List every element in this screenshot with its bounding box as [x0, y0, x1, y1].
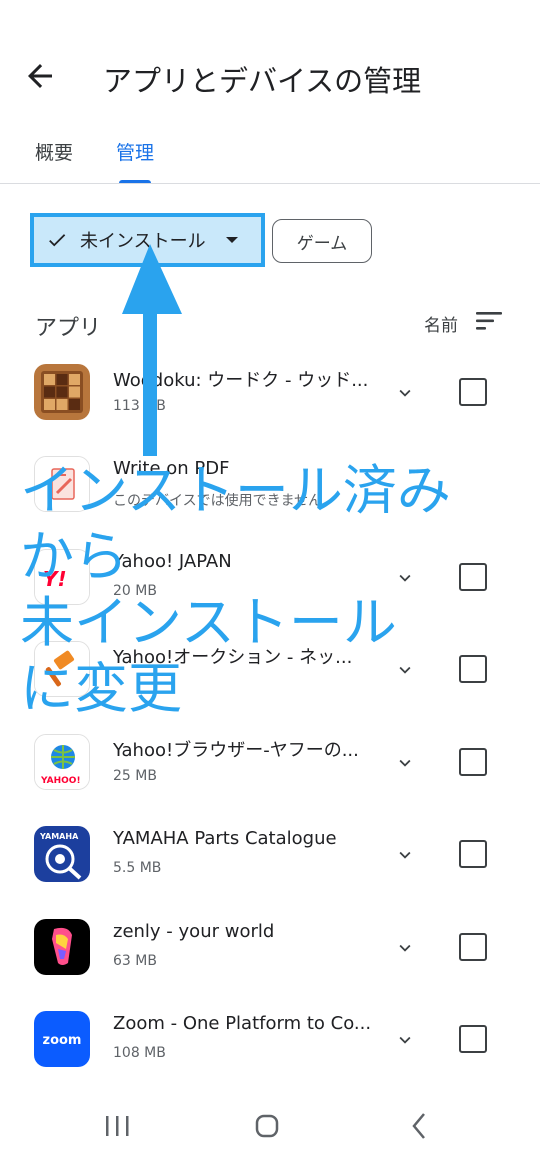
- select-checkbox[interactable]: [459, 378, 487, 406]
- app-name: Yahoo!ブラウザー-ヤフーの...: [113, 740, 359, 761]
- navigation-bar: [106, 1113, 425, 1139]
- chevron-down-icon[interactable]: [394, 382, 416, 404]
- chevron-down-icon[interactable]: [394, 844, 416, 866]
- zoom-icon: zoom: [34, 1011, 90, 1067]
- chevron-down-icon[interactable]: [394, 752, 416, 774]
- home-icon[interactable]: [255, 1114, 279, 1138]
- app-row[interactable]: Woodoku: ウードク - ウッド... 113 MB: [0, 364, 540, 456]
- yahoo-browser-icon: YAHOO!: [34, 734, 90, 790]
- annotation-line: から: [20, 525, 128, 588]
- annotation-line: インストール済み: [20, 459, 451, 522]
- section-title: アプリ: [35, 316, 102, 341]
- app-size: 25 MB: [113, 768, 157, 784]
- select-checkbox[interactable]: [459, 840, 487, 868]
- woodoku-icon: [34, 364, 90, 420]
- sort-icon[interactable]: [474, 309, 504, 333]
- page-title: アプリとデバイスの管理: [103, 64, 422, 98]
- app-row[interactable]: YAHOO! Yahoo!ブラウザー-ヤフーの... 25 MB: [0, 734, 540, 826]
- select-checkbox[interactable]: [459, 748, 487, 776]
- back-arrow-icon[interactable]: [22, 58, 58, 94]
- chevron-down-icon[interactable]: [394, 937, 416, 959]
- annotation-line: に変更: [20, 657, 182, 720]
- svg-text:YAMAHA: YAMAHA: [39, 832, 79, 841]
- recent-apps-icon[interactable]: [106, 1116, 129, 1136]
- check-icon: [49, 234, 66, 247]
- yamaha-icon: YAMAHA: [34, 826, 90, 882]
- chevron-down-icon[interactable]: [394, 1029, 416, 1051]
- select-checkbox[interactable]: [459, 933, 487, 961]
- app-name: zenly - your world: [113, 921, 275, 942]
- annotation-line: 未インストール: [20, 591, 397, 654]
- dropdown-arrow-icon: [225, 237, 238, 243]
- svg-text:YAHOO!: YAHOO!: [40, 776, 81, 786]
- select-checkbox[interactable]: [459, 1025, 487, 1053]
- app-row[interactable]: YAMAHA YAMAHA Parts Catalogue 5.5 MB: [0, 826, 540, 918]
- tab-manage[interactable]: 管理: [116, 138, 154, 165]
- game-filter-chip[interactable]: ゲーム: [272, 219, 372, 263]
- tab-overview[interactable]: 概要: [35, 138, 73, 165]
- app-name: Zoom - One Platform to Co...: [113, 1013, 372, 1034]
- app-row[interactable]: zenly - your world 63 MB: [0, 919, 540, 1011]
- annotation-arrow-icon: [122, 244, 182, 456]
- zenly-icon: [34, 919, 90, 975]
- app-size: 108 MB: [113, 1045, 166, 1061]
- app-row[interactable]: zoom Zoom - One Platform to Co... 108 MB: [0, 1011, 540, 1103]
- back-nav-icon[interactable]: [412, 1113, 425, 1139]
- svg-text:zoom: zoom: [43, 1033, 82, 1048]
- app-size: 5.5 MB: [113, 860, 162, 876]
- app-size: 63 MB: [113, 953, 157, 969]
- sort-label[interactable]: 名前: [424, 311, 458, 336]
- app-name: YAMAHA Parts Catalogue: [113, 828, 337, 849]
- divider: [0, 183, 540, 184]
- annotation-text: インストール済み から 未インストール に変更: [20, 458, 540, 722]
